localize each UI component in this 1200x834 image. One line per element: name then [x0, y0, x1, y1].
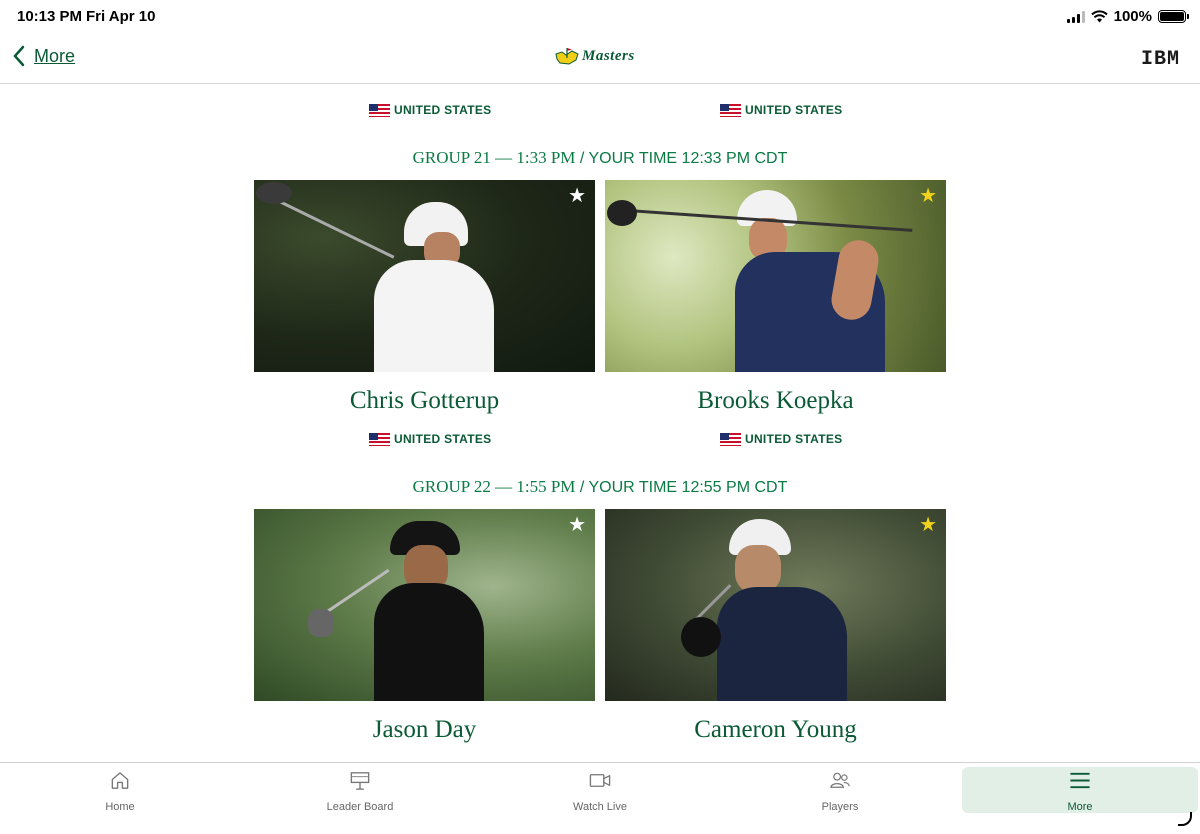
- tab-home[interactable]: Home: [2, 767, 238, 813]
- player-card-photo[interactable]: ★: [605, 509, 946, 701]
- player-name[interactable]: Chris Gotterup: [254, 387, 595, 415]
- back-label: More: [34, 45, 76, 66]
- us-flag-icon: [720, 103, 741, 117]
- tab-leader-board[interactable]: Leader Board: [242, 767, 478, 813]
- tab-more[interactable]: More: [962, 767, 1198, 813]
- player-photo: [605, 509, 946, 701]
- country-label: UNITED STATES: [720, 103, 842, 117]
- status-time: 10:13 PM: [17, 8, 83, 25]
- cellular-signal-icon: [1066, 10, 1085, 23]
- player-card-photo[interactable]: ★: [254, 509, 595, 701]
- group-header: GROUP 21 — 1:33 PM / YOUR TIME 12:33 PM …: [0, 148, 1200, 168]
- back-button[interactable]: More: [12, 45, 75, 67]
- player-name[interactable]: Cameron Young: [605, 716, 946, 744]
- group-time: GROUP 21 — 1:33 PM: [412, 148, 576, 167]
- ibm-logo: IBM: [1140, 48, 1180, 71]
- country-label: UNITED STATES: [369, 432, 491, 446]
- tab-players[interactable]: Players: [722, 767, 958, 813]
- nav-bar: More Masters IBM: [0, 34, 1200, 84]
- local-time: / YOUR TIME 12:55 PM CDT: [579, 479, 788, 496]
- group-time: GROUP 22 — 1:55 PM: [412, 477, 576, 496]
- player-photo: [254, 509, 595, 701]
- us-flag-icon: [369, 432, 390, 446]
- wifi-icon: [1090, 10, 1108, 23]
- favorite-star-icon[interactable]: ★: [919, 515, 937, 535]
- augusta-map-icon: [555, 48, 579, 65]
- menu-icon: [1070, 772, 1090, 789]
- country-label: UNITED STATES: [720, 432, 842, 446]
- tab-bar: Home Leader Board Watch Live Players Mor…: [0, 762, 1200, 834]
- home-icon: [111, 772, 129, 789]
- masters-logo: Masters: [554, 46, 635, 66]
- status-bar: 10:13 PM Fri Apr 10 100%: [0, 0, 1200, 34]
- favorite-star-icon[interactable]: ★: [568, 186, 586, 206]
- favorite-star-icon[interactable]: ★: [568, 515, 586, 535]
- video-icon: [589, 774, 611, 787]
- tee-times-list[interactable]: UNITED STATES UNITED STATES GROUP 21 — 1…: [0, 85, 1200, 762]
- us-flag-icon: [720, 432, 741, 446]
- masters-logo-text: Masters: [582, 47, 635, 64]
- home-indicator: [1178, 812, 1192, 826]
- country-label: UNITED STATES: [369, 103, 491, 117]
- player-photo: [605, 180, 946, 372]
- status-date: Fri Apr 10: [86, 8, 156, 25]
- player-name[interactable]: Jason Day: [254, 716, 595, 744]
- battery-percent: 100%: [1113, 8, 1152, 25]
- battery-icon: [1158, 10, 1189, 23]
- us-flag-icon: [369, 103, 390, 117]
- player-card-photo[interactable]: ★: [605, 180, 946, 372]
- leaderboard-icon: [350, 772, 370, 790]
- chevron-left-icon: [13, 45, 25, 67]
- tab-watch-live[interactable]: Watch Live: [482, 767, 718, 813]
- player-card-photo[interactable]: ★: [254, 180, 595, 372]
- favorite-star-icon[interactable]: ★: [919, 186, 937, 206]
- players-icon: [830, 772, 850, 788]
- player-photo: [254, 180, 595, 372]
- group-header: GROUP 22 — 1:55 PM / YOUR TIME 12:55 PM …: [0, 477, 1200, 497]
- local-time: / YOUR TIME 12:33 PM CDT: [579, 150, 788, 167]
- status-right: 100%: [1066, 8, 1189, 25]
- player-name[interactable]: Brooks Koepka: [605, 387, 946, 415]
